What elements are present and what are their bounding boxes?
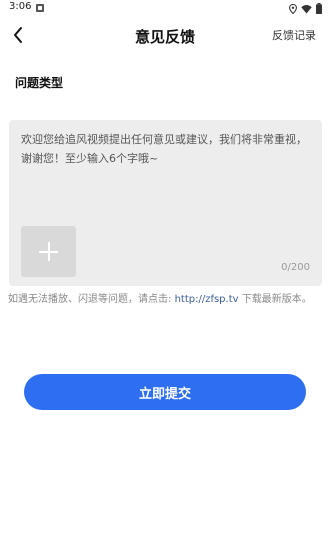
feedback-box: 0/200 (9, 120, 322, 286)
battery-icon (316, 0, 322, 18)
feedback-textarea[interactable] (21, 130, 311, 220)
back-button[interactable] (10, 25, 30, 45)
help-note-text: 如遇无法播放、闪退等问题，请点击: (8, 294, 175, 305)
status-time: 3:06 (9, 1, 32, 12)
status-bar: 3:06 (0, 0, 330, 16)
download-link[interactable]: http://zfsp.tv (175, 294, 239, 305)
feedback-history-link[interactable]: 反馈记录 (272, 27, 316, 43)
back-arrow-icon (14, 27, 22, 43)
submit-button[interactable]: 立即提交 (24, 374, 306, 410)
help-note: 如遇无法播放、闪退等问题，请点击: http://zfsp.tv 下载最新版本。 (8, 292, 320, 308)
app-header: 意见反馈 反馈记录 (0, 18, 330, 52)
notification-icon (36, 4, 44, 12)
issue-type-label: 问题类型 (15, 76, 64, 90)
help-note-suffix: 下载最新版本。 (238, 294, 312, 305)
wifi-icon (301, 0, 312, 18)
character-counter: 0/200 (281, 262, 310, 273)
location-icon (289, 0, 297, 18)
status-icons (289, 2, 322, 14)
add-image-button[interactable] (21, 226, 76, 277)
